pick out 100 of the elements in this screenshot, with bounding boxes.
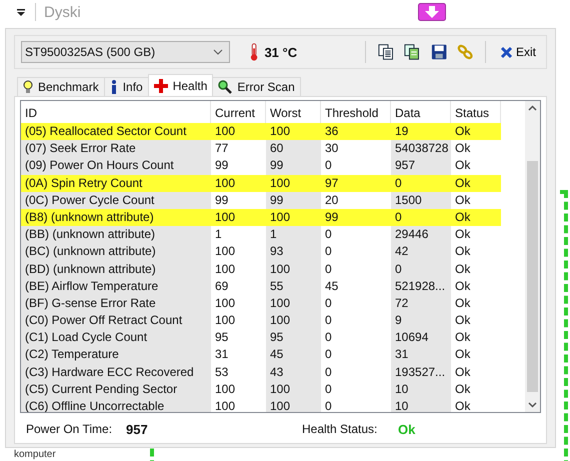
tab[interactable]: Error Scan: [212, 77, 301, 96]
table-cell-text: 100: [214, 312, 236, 330]
table-cell: 31: [391, 346, 451, 364]
table-row[interactable]: (05) Reallocated Sector Count 100 100 36 19 Ok: [21, 123, 525, 140]
table-cell: 43: [266, 364, 321, 381]
download-icon[interactable]: [418, 3, 446, 21]
table-row[interactable]: (B8) (unknown attribute) 100 100 99 0 Ok: [21, 208, 525, 226]
table-cell-text: Ok: [454, 243, 472, 260]
table-cell: 54038728: [391, 140, 451, 158]
table-row[interactable]: (C2) Temperature 31 45 0 31 Ok: [21, 346, 525, 364]
table-cell: (C1) Load Cycle Count: [21, 329, 211, 346]
table-cell: (C0) Power Off Retract Count: [21, 312, 211, 330]
table-cell-text: 100: [214, 380, 236, 398]
chevron-down-icon: [213, 49, 224, 55]
table-cell: 60: [266, 140, 321, 158]
table-cell: 10: [391, 380, 451, 398]
table-cell-text: 69: [214, 278, 230, 295]
table-cell: Ok: [451, 208, 501, 226]
table-cell: 100: [266, 312, 321, 330]
table-row[interactable]: (07) Seek Error Rate 77 60 30 54038728 Ok: [21, 140, 525, 158]
tab[interactable]: Health: [148, 74, 214, 96]
table-cell: 100: [266, 174, 321, 192]
table-cell: 97: [321, 174, 391, 192]
table-row[interactable]: (0A) Spin Retry Count 100 100 97 0 Ok: [21, 174, 525, 192]
table-cell-text: Ok: [454, 140, 472, 158]
table-cell: 100: [266, 123, 321, 140]
table-cell-text: Ok: [454, 294, 472, 312]
table-cell: 100: [211, 174, 266, 192]
table-cell-text: Ok: [454, 278, 472, 295]
table-row[interactable]: (C1) Load Cycle Count 95 95 0 10694 Ok: [21, 329, 525, 346]
table-row[interactable]: (C0) Power Off Retract Count 100 100 0 9 Ok: [21, 312, 525, 330]
table-cell: (09) Power On Hours Count: [21, 157, 211, 175]
table-cell: Ok: [451, 174, 501, 192]
table-cell: 193527...: [391, 364, 451, 381]
table-cell-text: Ok: [454, 329, 472, 346]
table-cell: 100: [266, 294, 321, 312]
table-row[interactable]: (BD) (unknown attribute) 100 100 0 0 Ok: [21, 260, 525, 278]
table-cell: 1500: [391, 192, 451, 209]
table-cell: 42: [391, 243, 451, 260]
close-icon: [500, 46, 513, 58]
table-cell-text: 100: [214, 398, 236, 412]
table-cell: 99: [266, 157, 321, 175]
table-row[interactable]: (09) Power On Hours Count 99 99 0 957 Ok: [21, 157, 525, 175]
table-row[interactable]: (BC) (unknown attribute) 100 93 0 42 Ok: [21, 243, 525, 260]
table-cell-text: 77: [214, 140, 230, 158]
search-icon: [218, 80, 232, 94]
table-cell: Ok: [451, 123, 501, 140]
table-cell-text: Ok: [454, 192, 472, 209]
table-cell: 957: [391, 157, 451, 175]
health-status-value: Ok: [398, 422, 416, 436]
table-cell: 55: [266, 278, 321, 295]
table-cell-text: 30: [324, 140, 340, 158]
table-row[interactable]: (0C) Power Cycle Count 99 99 20 1500 Ok: [21, 192, 525, 209]
table-row[interactable]: (BF) G-sense Error Rate 100 100 0 72 Ok: [21, 294, 525, 312]
table-cell: 100: [266, 260, 321, 278]
dropdown-icon[interactable]: [17, 8, 25, 16]
tab[interactable]: Info: [104, 77, 149, 96]
table-row[interactable]: (C5) Current Pending Sector 100 100 0 10 Ok: [21, 380, 525, 398]
table-row[interactable]: (C3) Hardware ECC Recovered 53 43 0 193527... Ok: [21, 364, 525, 381]
table-row[interactable]: (BE) Airflow Temperature 69 55 45 521928... Ok: [21, 278, 525, 295]
table-cell-text: 0: [324, 243, 333, 260]
save-icon[interactable]: [430, 43, 447, 61]
table-cell: 99: [266, 192, 321, 209]
table-cell-text: 0: [324, 294, 333, 312]
tab[interactable]: Benchmark: [17, 77, 105, 96]
power-on-label: Power On Time:: [26, 422, 114, 436]
temperature-reading: 31 °C: [264, 44, 298, 60]
table-cell: (C2) Temperature: [21, 346, 211, 364]
scrollbar[interactable]: [525, 101, 540, 412]
health-status-label: Health Status:: [302, 422, 378, 436]
table-cell-text: 53: [214, 364, 230, 381]
table-cell: 99: [321, 208, 391, 226]
table-cell-text: 0: [324, 312, 333, 330]
table-cell: (BF) G-sense Error Rate: [21, 294, 211, 312]
table-cell-text: Ok: [454, 260, 472, 278]
copy-icon[interactable]: [404, 43, 420, 61]
table-cell-text: 0: [324, 226, 333, 244]
table-cell-text: 0: [324, 346, 333, 364]
table-cell: (BE) Airflow Temperature: [21, 278, 211, 295]
table-cell: 36: [321, 123, 391, 140]
table-cell: (BD) (unknown attribute): [21, 260, 211, 278]
table-cell: 45: [266, 346, 321, 364]
table-cell-text: Ok: [454, 226, 472, 244]
table-cell-text: 0: [324, 260, 333, 278]
table-cell: (BB) (unknown attribute): [21, 226, 211, 244]
table-row[interactable]: (BB) (unknown attribute) 1 1 0 29446 Ok: [21, 226, 525, 244]
table-cell: 521928...: [391, 278, 451, 295]
scroll-down-icon[interactable]: [528, 402, 537, 408]
table-cell: 29446: [391, 226, 451, 244]
table-cell-text: 100: [214, 243, 236, 260]
scroll-up-icon[interactable]: [528, 105, 537, 111]
table-cell: 93: [266, 243, 321, 260]
lightbulb-icon: [23, 80, 33, 94]
table-cell-text: 0: [324, 157, 333, 174]
table-cell-text: 0: [324, 364, 333, 381]
table-cell-text: 100: [214, 294, 236, 312]
copy-icon[interactable]: [378, 43, 394, 61]
exit-button[interactable]: Exit: [496, 43, 540, 61]
power-on-value: 957: [126, 422, 149, 436]
drive-dropdown[interactable]: ST9500325AS (500 GB): [21, 41, 230, 63]
